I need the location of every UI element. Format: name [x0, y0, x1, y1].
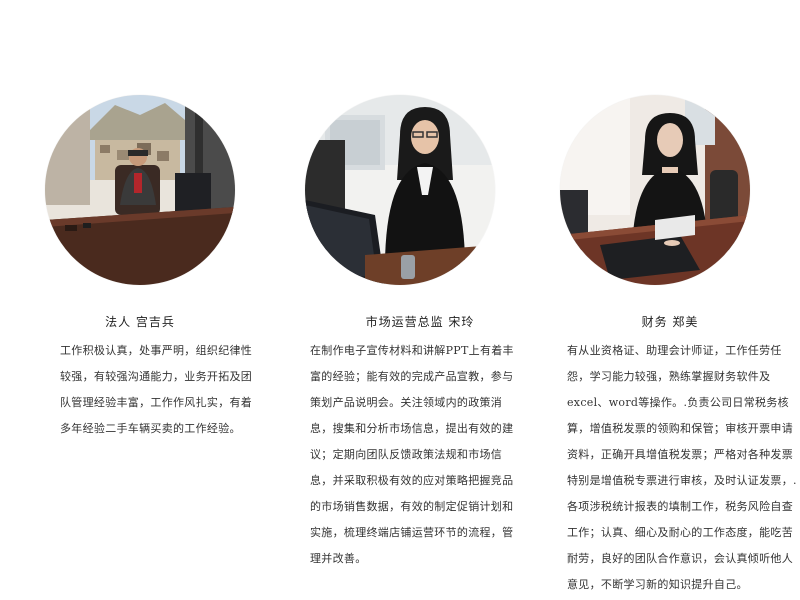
profile-name: 财务 郑美	[641, 315, 699, 329]
office-photo-man-at-desk	[45, 95, 235, 285]
office-photo-woman-at-desk	[305, 95, 495, 285]
profile-card-marketing-director: 市场运营总监 宋玲 在制作电子宣传材料和讲解PPT上有着丰富的经验；能有效的完成…	[305, 95, 545, 572]
profile-name: 法人 宫吉兵	[105, 315, 175, 329]
profile-card-legal-person: 法人 宫吉兵 工作积极认真，处事严明，组织纪律性较强，有较强沟通能力，业务开拓及…	[45, 95, 285, 442]
profile-description: 工作积极认真，处事严明，组织纪律性较强，有较强沟通能力，业务开拓及团队管理经验丰…	[60, 344, 253, 435]
profile-description: 有从业资格证、助理会计师证，工作任劳任怨，学习能力较强，熟练掌握财务软件及exc…	[567, 344, 797, 591]
profile-photo	[45, 95, 235, 285]
profile-description: 在制作电子宣传材料和讲解PPT上有着丰富的经验；能有效的完成产品宣教，参与策划产…	[310, 344, 514, 565]
profile-card-finance: 财务 郑美 有从业资格证、助理会计师证，工作任劳任怨，学习能力较强，熟练掌握财务…	[560, 95, 800, 598]
profile-name: 市场运营总监 宋玲	[365, 315, 475, 329]
profile-photo	[560, 95, 750, 285]
office-photo-woman-finance	[560, 95, 750, 285]
profile-photo	[305, 95, 495, 285]
